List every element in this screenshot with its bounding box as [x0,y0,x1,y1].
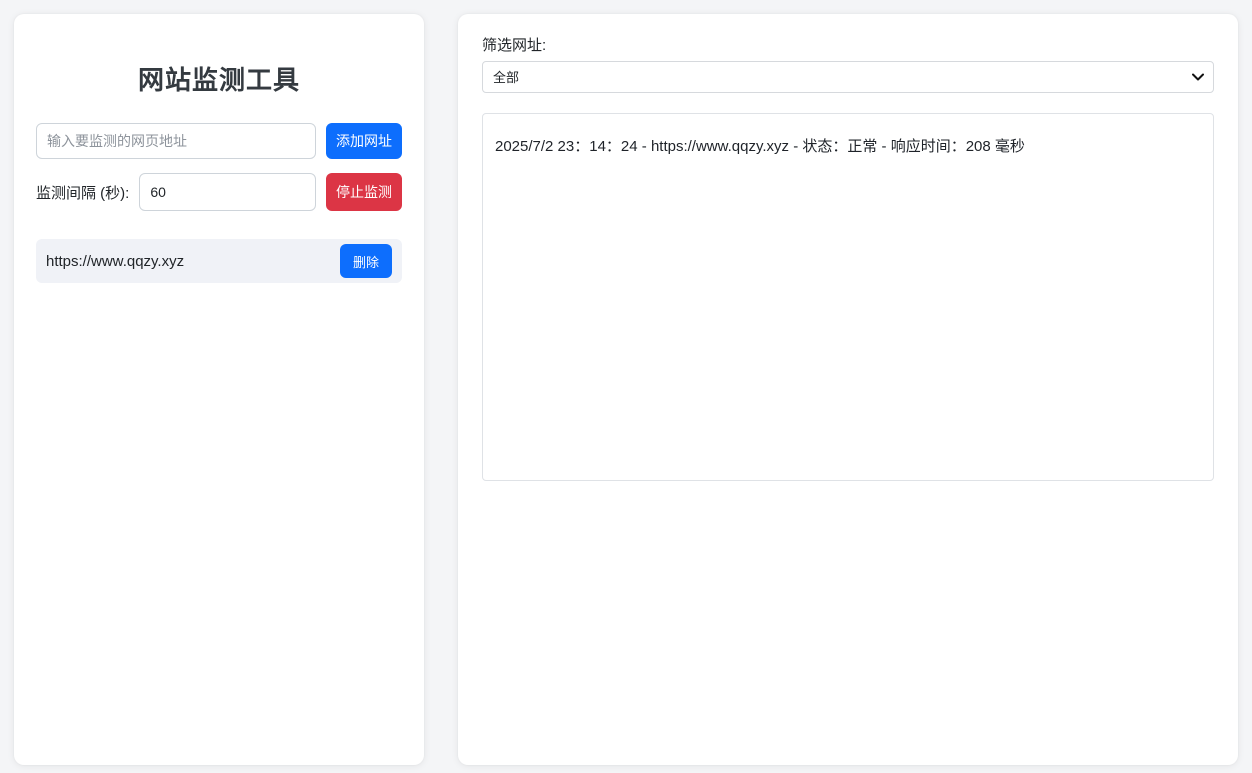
filter-select-wrapper: 全部 [482,61,1214,93]
stop-monitor-button[interactable]: 停止监测 [326,173,402,211]
log-panel: 筛选网址: 全部 2025/7/2 23：14：24 - https://www… [458,14,1238,765]
monitor-panel: 网站监测工具 添加网址 监测间隔 (秒): 停止监测 https://www.q… [14,14,424,765]
url-input[interactable] [36,123,316,159]
site-list: https://www.qqzy.xyz 删除 [36,239,402,283]
site-url: https://www.qqzy.xyz [46,253,184,270]
app-title: 网站监测工具 [36,60,402,97]
delete-site-button[interactable]: 删除 [340,244,392,278]
interval-input[interactable] [139,173,316,211]
site-list-item: https://www.qqzy.xyz 删除 [36,239,402,283]
interval-label: 监测间隔 (秒): [36,182,129,203]
page: 网站监测工具 添加网址 监测间隔 (秒): 停止监测 https://www.q… [0,0,1252,773]
interval-row: 监测间隔 (秒): 停止监测 [36,173,402,211]
log-container: 2025/7/2 23：14：24 - https://www.qqzy.xyz… [482,113,1214,481]
filter-select[interactable]: 全部 [482,61,1214,93]
filter-label: 筛选网址: [482,34,1214,55]
add-url-row: 添加网址 [36,123,402,159]
add-url-button[interactable]: 添加网址 [326,123,402,159]
log-entry: 2025/7/2 23：14：24 - https://www.qqzy.xyz… [495,136,1201,159]
